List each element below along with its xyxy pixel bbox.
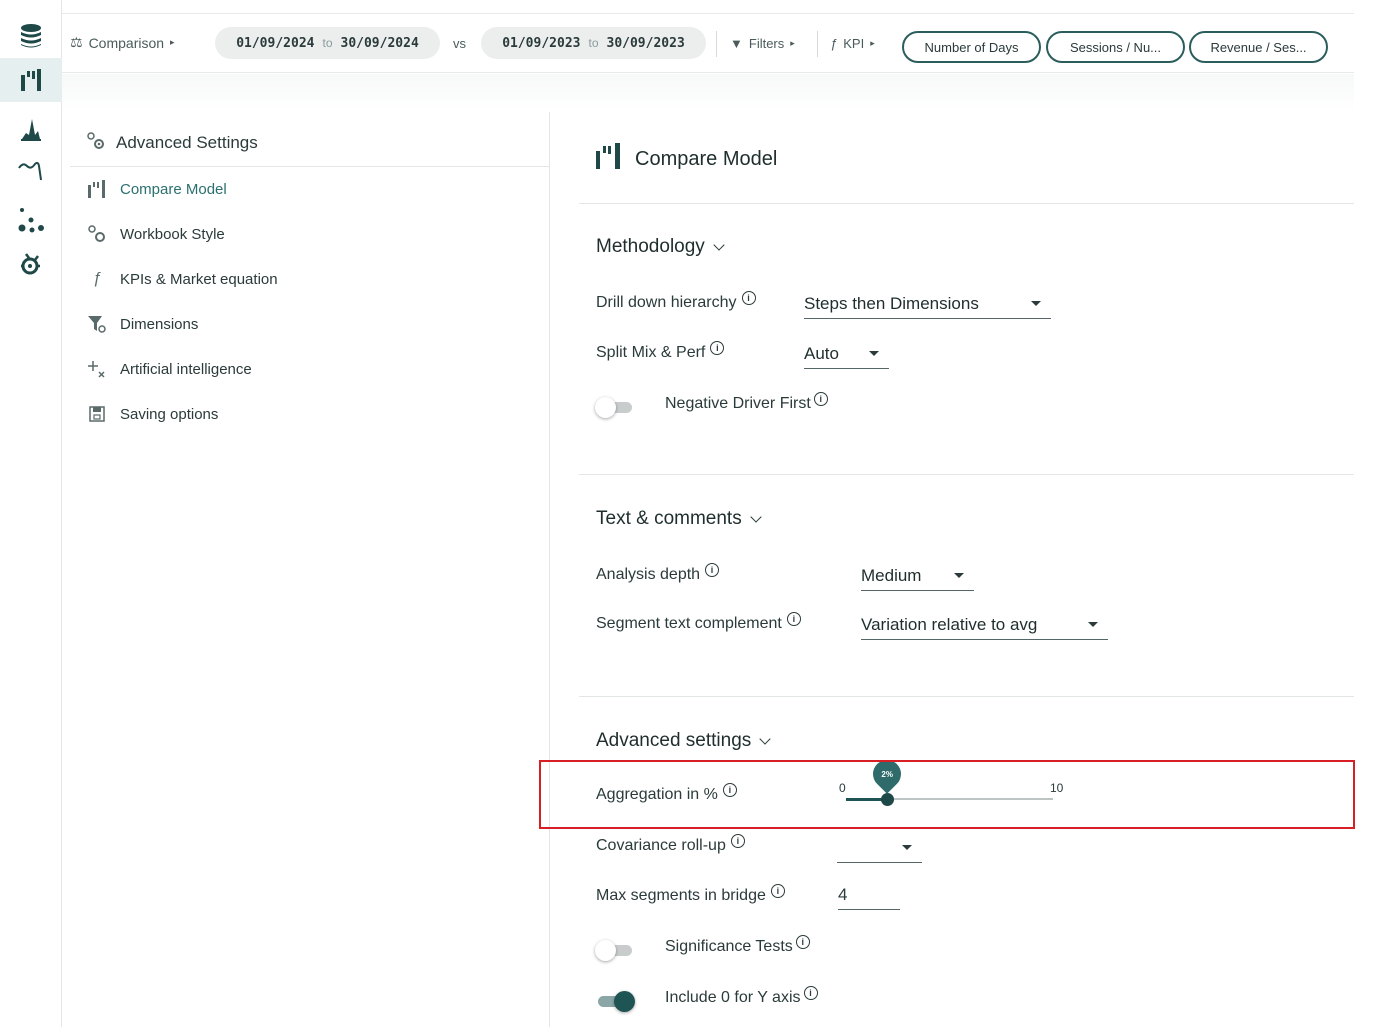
kpi-button[interactable]: ƒ KPI ▸ [830, 36, 875, 51]
nav-item-compare-model[interactable]: Compare Model [86, 174, 227, 204]
top-toolbar: ⚖ Comparison ▸ 01/09/2024 to 30/09/2024 … [62, 13, 1354, 73]
current-period-picker[interactable]: 01/09/2024 to 30/09/2024 [215, 27, 440, 59]
significance-tests-label: Significance Tests i [665, 935, 810, 956]
info-icon[interactable]: i [770, 884, 785, 898]
vs-label: vs [453, 36, 466, 51]
negative-driver-toggle[interactable] [595, 397, 635, 418]
app-window: ⚖ Comparison ▸ 01/09/2024 to 30/09/2024 … [0, 0, 1394, 1027]
segment-text-label: Segment text complement i [596, 612, 801, 633]
info-icon[interactable]: i [813, 392, 828, 406]
compare-model-panel: Compare Model Methodology Drill down hie… [551, 112, 1354, 1027]
info-icon[interactable]: i [730, 834, 745, 848]
info-icon[interactable]: i [795, 935, 810, 949]
dropdown-arrow-icon [902, 845, 912, 850]
advanced-section-header[interactable]: Advanced settings [596, 730, 771, 752]
scatter-icon[interactable] [0, 198, 62, 242]
histogram-icon[interactable] [0, 106, 62, 150]
include-zero-toggle[interactable] [595, 991, 635, 1012]
comparison-mode-button[interactable]: ⚖ Comparison ▸ [70, 34, 175, 51]
info-icon[interactable]: i [803, 986, 818, 1000]
filters-button[interactable]: ▼ Filters ▸ [730, 36, 795, 51]
covariance-select[interactable] [837, 833, 922, 863]
methodology-section-header[interactable]: Methodology [596, 236, 725, 258]
trend-icon[interactable] [0, 148, 62, 192]
scale-icon: ⚖ [70, 34, 83, 50]
compare-model-icon [595, 142, 621, 176]
segment-text-select[interactable]: Variation relative to avg [861, 610, 1108, 640]
divider [716, 31, 717, 57]
max-segments-input[interactable]: 4 [838, 880, 900, 910]
chevron-down-icon [759, 733, 771, 745]
divider [579, 696, 1354, 697]
toolbar-shadow [62, 74, 1354, 112]
page-title: Compare Model [595, 142, 777, 176]
dropdown-arrow-icon [869, 351, 879, 356]
negative-driver-label: Negative Driver First i [665, 392, 828, 413]
info-icon[interactable]: i [710, 341, 725, 355]
nav-item-dimensions[interactable]: Dimensions [86, 309, 198, 339]
info-icon[interactable]: i [786, 612, 801, 626]
gears-icon [86, 224, 108, 244]
filter-gear-icon [86, 314, 108, 334]
chevron-down-icon [750, 511, 762, 523]
settings-nav-title: Advanced Settings [86, 128, 258, 158]
info-icon[interactable]: i [705, 563, 720, 577]
drill-down-label: Drill down hierarchy i [596, 291, 756, 312]
caret-right-icon: ▸ [790, 38, 795, 48]
sparkle-icon [86, 359, 108, 379]
divider [70, 166, 550, 167]
dropdown-arrow-icon [954, 573, 964, 578]
max-segments-label: Max segments in bridge i [596, 884, 785, 905]
settings-gear-icon[interactable] [0, 242, 62, 286]
split-mix-perf-label: Split Mix & Perf i [596, 341, 725, 362]
analysis-depth-select[interactable]: Medium [861, 561, 974, 591]
divider [817, 31, 818, 57]
nav-item-kpis[interactable]: ƒ KPIs & Market equation [86, 264, 278, 294]
info-icon[interactable]: i [741, 291, 756, 305]
kpi-pill-number-of-days[interactable]: Number of Days [902, 31, 1041, 63]
analysis-depth-label: Analysis depth i [596, 563, 720, 584]
dropdown-arrow-icon [1031, 301, 1041, 306]
divider [579, 203, 1354, 204]
compare-model-icon [86, 179, 108, 199]
kpi-pill-revenue[interactable]: Revenue / Ses... [1189, 31, 1328, 63]
text-comments-section-header[interactable]: Text & comments [596, 508, 762, 530]
kpi-pill-sessions[interactable]: Sessions / Nu... [1046, 31, 1185, 63]
dropdown-arrow-icon [1088, 622, 1098, 627]
icon-rail [0, 0, 62, 1027]
nav-item-saving-options[interactable]: Saving options [86, 399, 218, 429]
caret-right-icon: ▸ [170, 37, 175, 47]
compare-model-icon[interactable] [0, 58, 62, 102]
database-icon[interactable] [0, 14, 62, 58]
nav-item-ai[interactable]: Artificial intelligence [86, 354, 252, 384]
filter-icon: ▼ [730, 36, 743, 51]
gears-icon [86, 131, 106, 156]
divider [579, 474, 1354, 475]
caret-right-icon: ▸ [870, 38, 875, 48]
function-icon: ƒ [92, 270, 102, 287]
settings-nav: Advanced Settings Compare Model Workbook… [62, 112, 550, 1027]
reference-period-picker[interactable]: 01/09/2023 to 30/09/2023 [481, 27, 706, 59]
include-zero-label: Include 0 for Y axis i [665, 986, 818, 1007]
function-icon: ƒ [830, 36, 838, 51]
covariance-label: Covariance roll-up i [596, 834, 745, 855]
drill-down-select[interactable]: Steps then Dimensions [804, 289, 1051, 319]
save-icon [86, 405, 108, 423]
highlight-box [539, 760, 1355, 829]
significance-tests-toggle[interactable] [595, 940, 635, 961]
nav-item-workbook-style[interactable]: Workbook Style [86, 219, 225, 249]
chevron-down-icon [713, 239, 725, 251]
split-mix-perf-select[interactable]: Auto [804, 339, 889, 369]
